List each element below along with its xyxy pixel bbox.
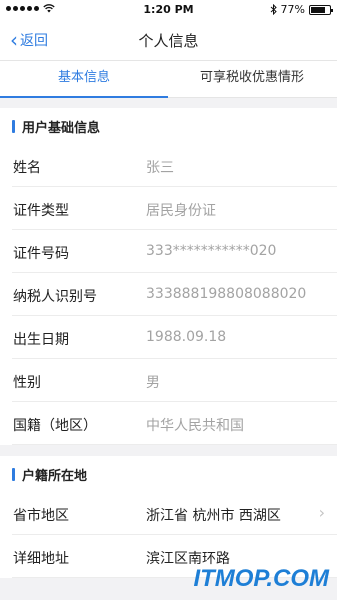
section-title: 用户基础信息 [22,120,101,136]
tab-basic-info[interactable]: 基本信息 [0,61,168,98]
section-marker [12,119,15,133]
row-value: 浙江省 杭州市 西湖区 [146,508,281,524]
row-label: 省市地区 [13,508,69,524]
info-row-gender: 性别 男 [0,359,337,402]
page-title: 个人信息 [138,32,199,50]
section-header-household: 户籍所在地 [0,456,337,492]
section-header-basic: 用户基础信息 [0,108,337,144]
info-row-id-type: 证件类型 居民身份证 [0,187,337,230]
info-row-id-number: 证件号码 333***********020 [0,230,337,273]
info-row-nationality: 国籍（地区） 中华人民共和国 [0,402,337,445]
row-value: 张三 [146,160,174,176]
bluetooth-icon [270,4,277,15]
row-value: 333888198808088020 [146,286,307,302]
battery-percent: 77% [280,3,305,16]
row-label: 证件类型 [13,203,69,219]
row-label: 姓名 [13,160,41,176]
row-label: 证件号码 [13,246,69,262]
row-value: 1988.09.18 [146,329,227,345]
info-row-taxpayer-id: 纳税人识别号 333888198808088020 [0,273,337,316]
row-label: 出生日期 [13,332,69,348]
status-right: 77% [270,3,333,16]
tab-tax-preference[interactable]: 可享税收优惠情形 [168,61,336,98]
info-row-name: 姓名 张三 [0,144,337,187]
info-row-region[interactable]: 省市地区 浙江省 杭州市 西湖区 › [0,492,337,535]
battery-fill [311,6,325,13]
section-title: 户籍所在地 [22,468,88,484]
row-value: 居民身份证 [146,203,216,219]
row-value: 333***********020 [146,243,277,259]
row-value: 中华人民共和国 [146,418,244,434]
row-label: 纳税人识别号 [13,289,97,305]
watermark-logo: ITMOP.COM [193,565,329,592]
row-label: 国籍（地区） [13,418,97,434]
row-label: 性别 [13,375,41,391]
row-label: 详细地址 [13,551,69,567]
chevron-right-icon: › [318,503,325,522]
section-marker [12,467,15,481]
status-bar: 1:20 PM 77% [0,0,337,20]
active-tab-indicator [0,96,168,98]
battery-icon [309,4,333,15]
info-row-birth-date: 出生日期 1988.09.18 [0,316,337,359]
navigation-bar: ‹ 返回 个人信息 [0,20,337,60]
row-value: 男 [146,375,160,391]
tab-bar: 基本信息 可享税收优惠情形 [0,60,337,98]
